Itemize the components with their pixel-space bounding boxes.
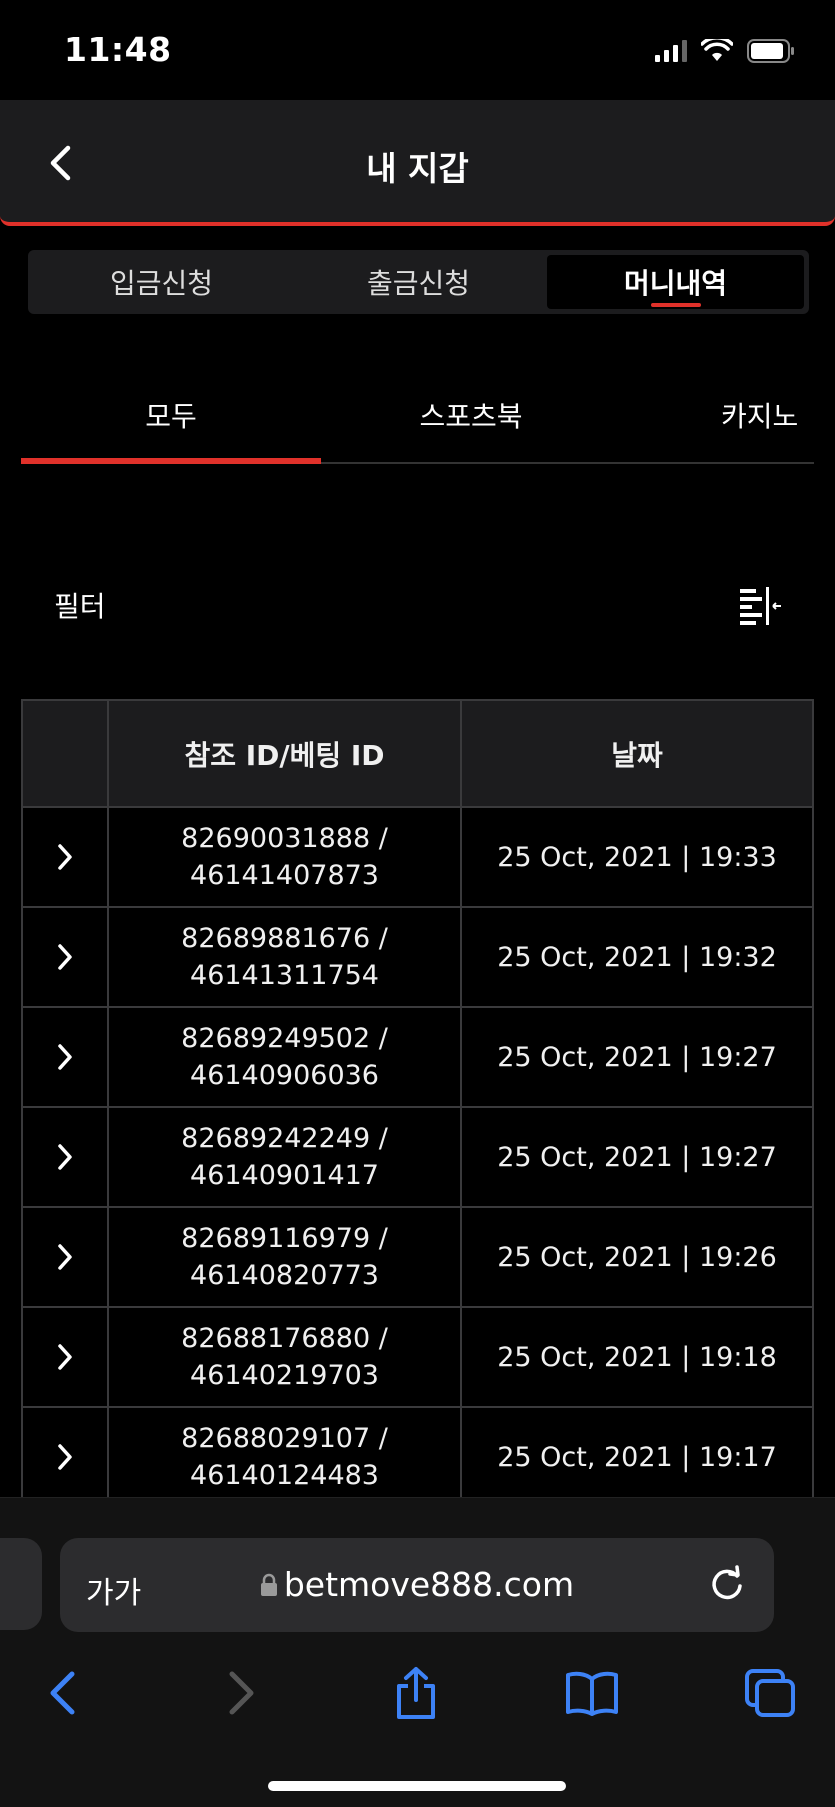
tabs-icon xyxy=(745,1669,795,1717)
date-cell: 25 Oct, 2021 | 19:27 xyxy=(460,1106,814,1208)
date-cell: 25 Oct, 2021 | 19:27 xyxy=(460,1006,814,1108)
table-row[interactable]: 82688176880 / 46140219703 25 Oct, 2021 | 1… xyxy=(21,1306,814,1408)
segment-money-history[interactable]: 머니내역 xyxy=(547,255,804,309)
home-indicator xyxy=(268,1781,566,1791)
table-row[interactable]: 82689116979 / 46140820773 25 Oct, 2021 | 1… xyxy=(21,1206,814,1308)
row-expand-cell[interactable] xyxy=(21,1206,109,1308)
row-expand-cell[interactable] xyxy=(21,1006,109,1108)
ref-bet-id-cell: 82688029107 / 46140124483 xyxy=(107,1406,462,1497)
chevron-left-icon xyxy=(50,1671,75,1715)
segment-withdraw-request[interactable]: 출금신청 xyxy=(290,255,547,309)
table-row[interactable]: 82690031888 / 46141407873 25 Oct, 2021 | 1… xyxy=(21,806,814,908)
row-expand-cell[interactable] xyxy=(21,1306,109,1408)
app-header: 내 지갑 xyxy=(0,100,835,226)
browser-bottom-bar: 가가 betmove888.com xyxy=(0,1497,835,1807)
chevron-right-icon[interactable] xyxy=(23,1143,107,1171)
date-cell: 25 Oct, 2021 | 19:17 xyxy=(460,1406,814,1497)
table-header-ref-id: 참조 ID/베팅 ID xyxy=(107,699,462,808)
browser-toolbar xyxy=(0,1663,835,1723)
filter-label: 필터 xyxy=(54,590,106,623)
ref-id: 82689242249 / xyxy=(181,1123,388,1154)
cellular-signal-icon xyxy=(655,40,687,66)
url-display[interactable]: betmove888.com xyxy=(60,1565,774,1604)
tabs-button[interactable] xyxy=(740,1663,800,1723)
table-header-expand xyxy=(21,699,109,808)
browser-back-button[interactable] xyxy=(32,1663,92,1723)
battery-icon xyxy=(747,39,795,67)
ref-bet-id-cell: 82689116979 / 46140820773 xyxy=(107,1206,462,1308)
status-time: 11:48 xyxy=(64,30,172,69)
filter-list-icon[interactable] xyxy=(736,583,784,627)
category-tabs: 모두 스포츠북 카지노 xyxy=(21,370,814,464)
active-tab-indicator xyxy=(21,458,321,464)
wifi-icon xyxy=(700,36,734,67)
ref-bet-id-cell: 82690031888 / 46141407873 xyxy=(107,806,462,908)
tab-casino[interactable]: 카지노 xyxy=(721,380,835,450)
row-expand-cell[interactable] xyxy=(21,1406,109,1497)
chevron-right-icon[interactable] xyxy=(23,1243,107,1271)
ref-bet-id-cell: 82688176880 / 46140219703 xyxy=(107,1306,462,1408)
date-cell: 25 Oct, 2021 | 19:32 xyxy=(460,906,814,1008)
ref-id: 82689116979 / xyxy=(181,1223,388,1254)
previous-tab-peek[interactable] xyxy=(0,1538,42,1630)
table-row[interactable]: 82689881676 / 46141311754 25 Oct, 2021 | 1… xyxy=(21,906,814,1008)
reload-button[interactable] xyxy=(706,1564,748,1606)
segment-deposit-request[interactable]: 입금신청 xyxy=(33,255,290,309)
chevron-right-icon[interactable] xyxy=(23,943,107,971)
ref-bet-id-cell: 82689249502 / 46140906036 xyxy=(107,1006,462,1108)
date-cell: 25 Oct, 2021 | 19:33 xyxy=(460,806,814,908)
row-expand-cell[interactable] xyxy=(21,906,109,1008)
table-row[interactable]: 82689242249 / 46140901417 25 Oct, 2021 | 1… xyxy=(21,1106,814,1208)
status-icons xyxy=(655,36,795,70)
ref-id: 82688029107 / xyxy=(181,1423,388,1454)
ref-id: 82689249502 / xyxy=(181,1023,388,1054)
date-cell: 25 Oct, 2021 | 19:18 xyxy=(460,1306,814,1408)
browser-forward-button[interactable] xyxy=(212,1663,272,1723)
ref-id: 82690031888 / xyxy=(181,823,388,854)
book-icon xyxy=(566,1671,618,1716)
table-header-row: 참조 ID/베팅 ID 날짜 xyxy=(21,699,814,808)
table-header-date: 날짜 xyxy=(460,699,814,808)
chevron-right-icon[interactable] xyxy=(23,843,107,871)
money-history-table: 참조 ID/베팅 ID 날짜 82690031888 / 46141407873 2… xyxy=(21,699,814,1497)
bet-id: 46141407873 xyxy=(190,860,379,891)
bet-id: 46141311754 xyxy=(190,960,379,991)
chevron-right-icon[interactable] xyxy=(23,1043,107,1071)
share-icon xyxy=(397,1667,435,1719)
address-bar[interactable]: 가가 betmove888.com xyxy=(60,1538,774,1632)
row-expand-cell[interactable] xyxy=(21,806,109,908)
table-row[interactable]: 82689249502 / 46140906036 25 Oct, 2021 | 1… xyxy=(21,1006,814,1108)
share-button[interactable] xyxy=(386,1663,446,1723)
lock-icon xyxy=(260,1573,277,1596)
tab-all[interactable]: 모두 xyxy=(21,380,321,450)
row-expand-cell[interactable] xyxy=(21,1106,109,1208)
date-cell: 25 Oct, 2021 | 19:26 xyxy=(460,1206,814,1308)
bookmarks-button[interactable] xyxy=(562,1663,622,1723)
bet-id: 46140219703 xyxy=(190,1360,379,1391)
ref-id: 82689881676 / xyxy=(181,923,388,954)
ref-bet-id-cell: 82689881676 / 46141311754 xyxy=(107,906,462,1008)
ref-id: 82688176880 / xyxy=(181,1323,388,1354)
table-row[interactable]: 82688029107 / 46140124483 25 Oct, 2021 | 1… xyxy=(21,1406,814,1497)
filter-row: 필터 xyxy=(54,580,784,630)
page-title: 내 지갑 xyxy=(366,149,469,188)
url-text: betmove888.com xyxy=(283,1565,575,1604)
ref-bet-id-cell: 82689242249 / 46140901417 xyxy=(107,1106,462,1208)
reload-icon xyxy=(712,1565,742,1600)
bet-id: 46140906036 xyxy=(190,1060,379,1091)
tab-sportsbook[interactable]: 스포츠북 xyxy=(321,380,621,450)
status-bar: 11:48 xyxy=(0,0,835,100)
bet-id: 46140901417 xyxy=(190,1160,379,1191)
wallet-segment-control: 입금신청 출금신청 머니내역 xyxy=(28,250,809,314)
chevron-right-icon xyxy=(229,1671,254,1715)
bet-id: 46140124483 xyxy=(190,1460,379,1491)
chevron-right-icon[interactable] xyxy=(23,1343,107,1371)
chevron-right-icon[interactable] xyxy=(23,1443,107,1471)
bet-id: 46140820773 xyxy=(190,1260,379,1291)
